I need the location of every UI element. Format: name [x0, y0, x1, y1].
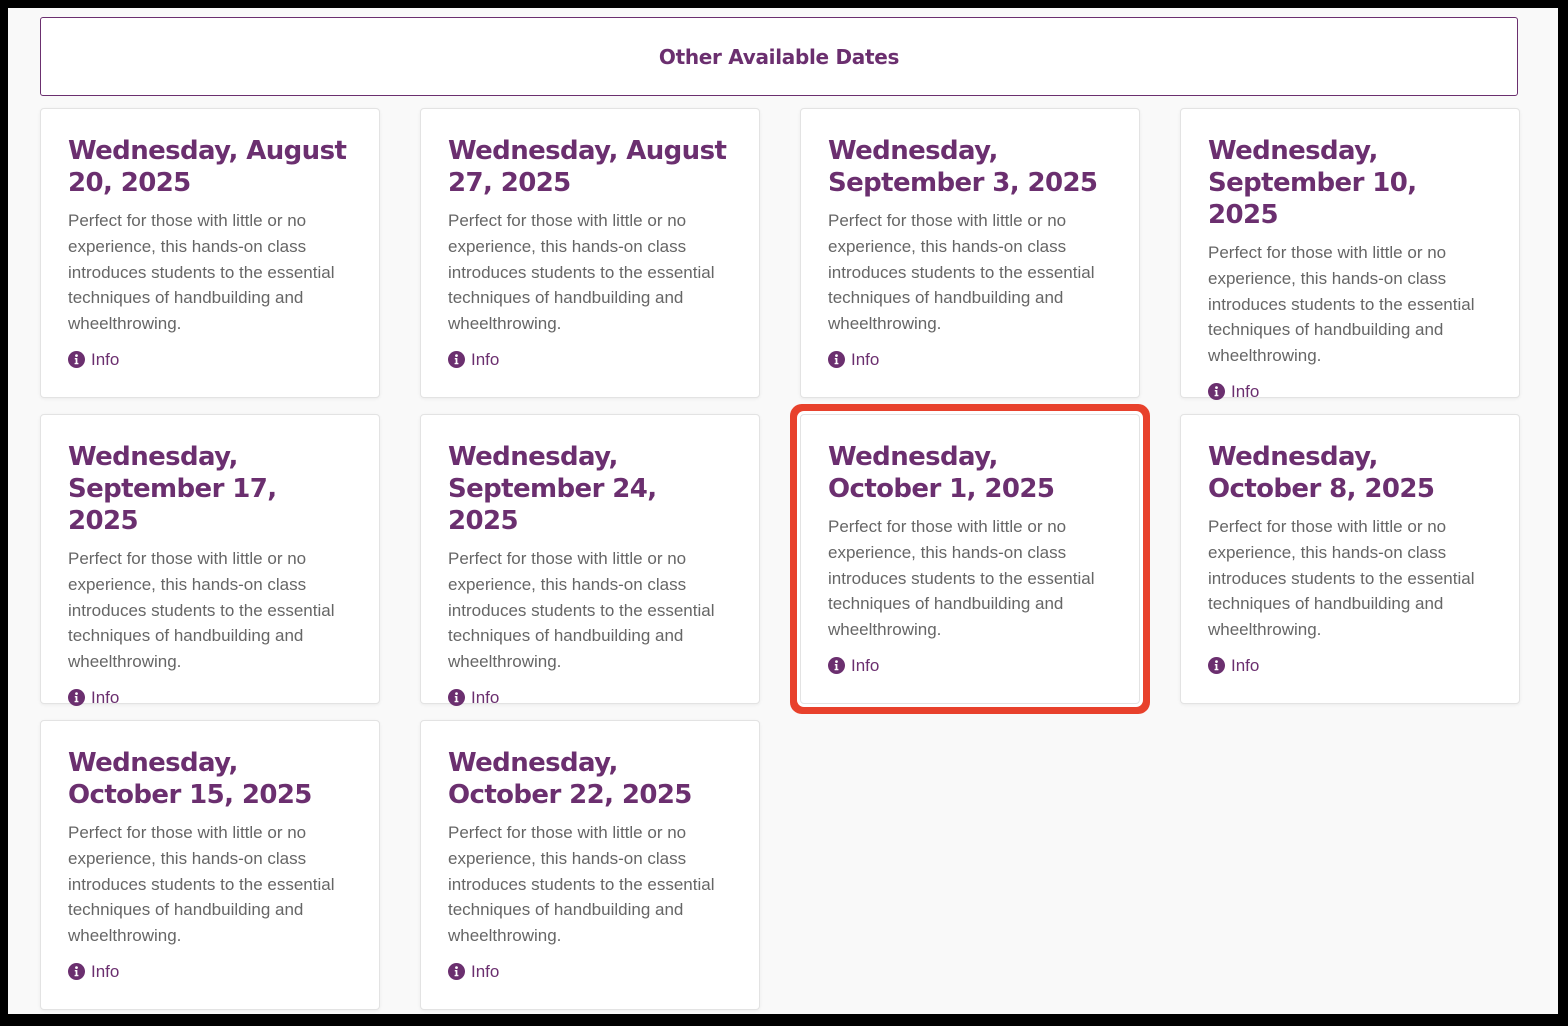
info-link-label: Info [91, 961, 120, 981]
info-circle-icon [828, 657, 845, 675]
info-circle-icon [68, 963, 85, 981]
info-circle-icon [1208, 383, 1225, 401]
section-header: Other Available Dates [40, 17, 1518, 96]
info-link[interactable]: Info [1208, 382, 1259, 402]
date-card[interactable]: Wednesday, September 17, 2025 Perfect fo… [40, 414, 380, 707]
date-card[interactable]: Wednesday, September 3, 2025 Perfect for… [800, 108, 1140, 398]
info-link[interactable]: Info [68, 688, 119, 708]
info-circle-icon [1208, 657, 1225, 675]
info-circle-icon [828, 351, 845, 369]
card-date-title[interactable]: Wednesday, October 22, 2025 [448, 747, 733, 811]
info-link-label: Info [471, 349, 500, 369]
date-card[interactable]: Wednesday, September 24, 2025 Perfect fo… [420, 414, 760, 707]
info-circle-icon [448, 689, 465, 707]
date-card[interactable]: Wednesday, August 20, 2025 Perfect for t… [40, 108, 380, 398]
info-link-label: Info [1231, 655, 1260, 675]
card-description: Perfect for those with little or no expe… [448, 823, 715, 946]
info-link[interactable]: Info [448, 350, 499, 370]
info-link[interactable]: Info [68, 962, 119, 982]
info-link[interactable]: Info [448, 688, 499, 708]
card-description: Perfect for those with little or no expe… [1208, 243, 1475, 366]
card-date-title[interactable]: Wednesday, August 27, 2025 [448, 135, 733, 199]
date-card[interactable]: Wednesday, October 22, 2025 Perfect for … [420, 720, 760, 1010]
info-circle-icon [448, 963, 465, 981]
card-date-title[interactable]: Wednesday, August 20, 2025 [68, 135, 353, 199]
date-card[interactable]: Wednesday, October 15, 2025 Perfect for … [40, 720, 380, 1010]
card-date-title[interactable]: Wednesday, October 15, 2025 [68, 747, 353, 811]
card-description: Perfect for those with little or no expe… [828, 517, 1095, 640]
info-link-label: Info [91, 349, 120, 369]
card-description: Perfect for those with little or no expe… [448, 211, 715, 334]
card-description: Perfect for those with little or no expe… [448, 549, 715, 672]
card-description: Perfect for those with little or no expe… [68, 211, 335, 334]
info-link-label: Info [91, 687, 120, 707]
info-link[interactable]: Info [68, 350, 119, 370]
info-circle-icon [448, 351, 465, 369]
date-card[interactable]: Wednesday, August 27, 2025 Perfect for t… [420, 108, 760, 398]
card-date-title[interactable]: Wednesday, September 17, 2025 [68, 441, 353, 537]
info-link-label: Info [851, 349, 880, 369]
info-circle-icon [68, 351, 85, 369]
page-viewport: Other Available Dates Wednesday, August … [8, 8, 1558, 1014]
section-title: Other Available Dates [658, 44, 900, 69]
card-description: Perfect for those with little or no expe… [828, 211, 1095, 334]
dates-grid: Wednesday, August 20, 2025 Perfect for t… [40, 108, 1520, 1010]
card-date-title[interactable]: Wednesday, October 8, 2025 [1208, 441, 1493, 505]
card-date-title[interactable]: Wednesday, October 1, 2025 [828, 441, 1113, 505]
info-link-label: Info [851, 655, 880, 675]
info-link[interactable]: Info [448, 962, 499, 982]
card-description: Perfect for those with little or no expe… [68, 823, 335, 946]
date-card[interactable]: Wednesday, September 10, 2025 Perfect fo… [1180, 108, 1520, 401]
info-link[interactable]: Info [1208, 656, 1259, 676]
info-link[interactable]: Info [828, 350, 879, 370]
card-description: Perfect for those with little or no expe… [1208, 517, 1475, 640]
card-date-title[interactable]: Wednesday, September 10, 2025 [1208, 135, 1493, 231]
card-date-title[interactable]: Wednesday, September 3, 2025 [828, 135, 1113, 199]
info-link-label: Info [471, 961, 500, 981]
info-circle-icon [68, 689, 85, 707]
info-link-label: Info [1231, 381, 1260, 401]
date-card-highlighted[interactable]: Wednesday, October 1, 2025 Perfect for t… [800, 414, 1140, 704]
date-card[interactable]: Wednesday, October 8, 2025 Perfect for t… [1180, 414, 1520, 704]
info-link-label: Info [471, 687, 500, 707]
card-date-title[interactable]: Wednesday, September 24, 2025 [448, 441, 733, 537]
info-link[interactable]: Info [828, 656, 879, 676]
card-description: Perfect for those with little or no expe… [68, 549, 335, 672]
